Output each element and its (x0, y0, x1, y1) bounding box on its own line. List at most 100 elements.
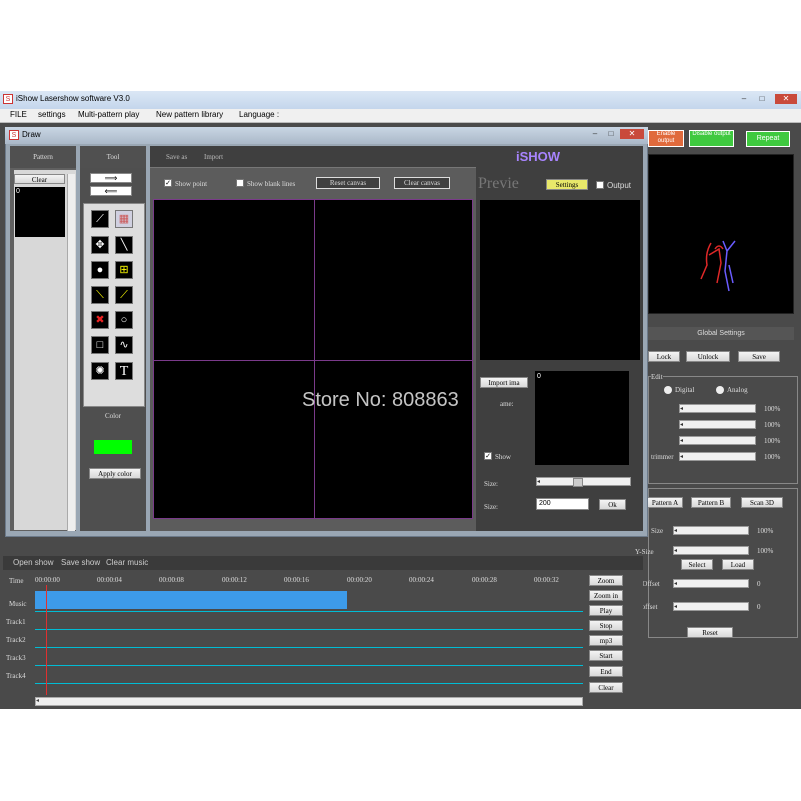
image-thumbnail[interactable]: 0 (535, 371, 629, 465)
tool-panel: Tool ⟹ ⟸ ⟋ ▦ ✥ ╲ ● ⊞ ⟍ ⟋ ✖ ○ □ ∿ ✺ T Col… (80, 146, 146, 531)
drawing-canvas[interactable] (153, 199, 473, 519)
import-image-button[interactable]: Import ima (480, 377, 528, 388)
brush-icon[interactable]: ⟍ (91, 286, 109, 304)
zoom-button[interactable]: Zoom (589, 575, 623, 586)
size-input[interactable]: 200 (536, 498, 589, 510)
edit-slider-1[interactable]: ◂ (679, 404, 756, 413)
reset-button[interactable]: Reset (687, 627, 733, 638)
show-point-checkbox[interactable]: ✓ (164, 179, 172, 187)
ishow-brand-logo: iSHOW (516, 149, 561, 164)
pattern-b-button[interactable]: Pattern B (691, 497, 731, 508)
text-icon[interactable]: T (115, 362, 133, 380)
ysize-slider[interactable]: ◂ (673, 546, 749, 555)
enable-output-button[interactable]: Enable output (648, 130, 684, 147)
pattern-clear-button[interactable]: Clear (14, 174, 65, 184)
zoom-in-button[interactable]: Zoom in (589, 590, 623, 601)
scan-3d-button[interactable]: Scan 3D (741, 497, 783, 508)
pattern-thumbnail[interactable]: 0 (15, 187, 65, 237)
canvas-toolbar: Save as Import (150, 146, 476, 168)
menu-new-pattern-library[interactable]: New pattern library (156, 110, 223, 119)
edit-slider-4[interactable]: ◂ (679, 452, 756, 461)
menu-file[interactable]: FILE (10, 110, 27, 119)
clear-music-link[interactable]: Clear music (106, 558, 148, 567)
save-show-link[interactable]: Save show (61, 558, 100, 567)
yoffset-slider[interactable]: ◂ (673, 602, 749, 611)
clear-canvas-button[interactable]: Clear canvas (394, 177, 450, 189)
edit-slider-3[interactable]: ◂ (679, 436, 756, 445)
show-checkbox[interactable]: ✓ (484, 452, 492, 460)
edit-slider-2[interactable]: ◂ (679, 420, 756, 429)
minimize-icon[interactable]: – (737, 94, 751, 104)
analog-radio[interactable] (716, 386, 724, 394)
output-checkbox[interactable] (596, 181, 604, 189)
unlock-button[interactable]: Unlock (686, 351, 730, 362)
show-blank-lines-checkbox[interactable] (236, 179, 244, 187)
eraser-icon[interactable]: ▦ (115, 210, 133, 228)
settings-button[interactable]: Settings (546, 179, 588, 190)
playhead-cursor[interactable] (46, 585, 47, 695)
time-tick-1: 00:00:04 (97, 576, 122, 584)
move-icon[interactable]: ✥ (91, 236, 109, 254)
line-icon[interactable]: ╲ (115, 236, 133, 254)
ok-button[interactable]: Ok (599, 499, 626, 510)
menu-settings[interactable]: settings (38, 110, 66, 119)
wave-icon[interactable]: ∿ (115, 336, 133, 354)
star-icon[interactable]: ✺ (91, 362, 109, 380)
close-icon[interactable]: ✕ (775, 94, 797, 104)
clear-timeline-button[interactable]: Clear (589, 682, 623, 693)
digital-label: Digital (675, 386, 695, 394)
main-preview (648, 154, 794, 314)
mp3-button[interactable]: mp3 (589, 635, 623, 646)
digital-radio[interactable] (664, 386, 672, 394)
start-button[interactable]: Start (589, 650, 623, 661)
disable-output-button[interactable]: Disable output (689, 130, 734, 147)
lock-button[interactable]: Lock (648, 351, 680, 362)
app-logo-icon: S (3, 94, 13, 104)
repeat-button[interactable]: Repeat (746, 131, 790, 147)
pattern-a-button[interactable]: Pattern A (647, 497, 683, 508)
arrow-right-icon[interactable]: ⟹ (90, 173, 132, 183)
save-settings-button[interactable]: Save (738, 351, 780, 362)
reset-canvas-button[interactable]: Reset canvas (316, 177, 380, 189)
circle-icon[interactable]: ○ (115, 311, 133, 329)
play-button[interactable]: Play (589, 605, 623, 616)
picker-icon[interactable]: ⟋ (115, 286, 133, 304)
pen-icon[interactable]: ⟋ (91, 210, 109, 228)
square-icon[interactable]: □ (91, 336, 109, 354)
music-clip[interactable] (35, 591, 347, 609)
timeline-scrollbar[interactable]: ◂ (35, 697, 583, 706)
pattern-scrollbar[interactable] (67, 174, 75, 531)
delete-icon[interactable]: ✖ (91, 311, 109, 329)
time-tick-8: 00:00:32 (534, 576, 559, 584)
xoffset-slider[interactable]: ◂ (673, 579, 749, 588)
track-line-3 (35, 665, 583, 666)
fill-icon[interactable]: ⊞ (115, 261, 133, 279)
app-title: iShow Lasershow software V3.0 (16, 94, 130, 103)
apply-color-button[interactable]: Apply color (89, 468, 141, 479)
edit-group: Edit Digital Analog ◂ 100% ◂ 100% ◂ 100%… (648, 373, 798, 484)
maximize-icon[interactable]: □ (755, 94, 769, 104)
edit-pct-3: 100% (764, 437, 781, 445)
load-button[interactable]: Load (722, 559, 754, 570)
draw-maximize-icon[interactable]: □ (604, 129, 618, 139)
canvas-panel: Save as Import ✓ Show point Show blank l… (150, 146, 476, 531)
color-swatch[interactable] (94, 440, 132, 454)
size-slider[interactable]: ◂ (673, 526, 749, 535)
menu-language[interactable]: Language : (239, 110, 279, 119)
save-as-link[interactable]: Save as (166, 153, 187, 161)
open-show-link[interactable]: Open show (13, 558, 53, 567)
end-button[interactable]: End (589, 666, 623, 677)
import-link[interactable]: Import (204, 153, 223, 161)
timeline-menu: Open show Save show Clear music (3, 556, 643, 570)
canvas-h-axis (154, 360, 472, 361)
dot-icon[interactable]: ● (91, 261, 109, 279)
select-button[interactable]: Select (681, 559, 713, 570)
draw-close-icon[interactable]: ✕ (620, 129, 644, 139)
arrow-left-icon[interactable]: ⟸ (90, 186, 132, 196)
draw-minimize-icon[interactable]: – (588, 129, 602, 139)
menu-multi-pattern-play[interactable]: Multi-pattern play (78, 110, 139, 119)
image-size-slider[interactable]: ◂ (536, 477, 631, 487)
timeline-panel: Time 00:00:00 00:00:04 00:00:08 00:00:12… (3, 571, 643, 709)
analog-label: Analog (727, 386, 748, 394)
stop-button[interactable]: Stop (589, 620, 623, 631)
